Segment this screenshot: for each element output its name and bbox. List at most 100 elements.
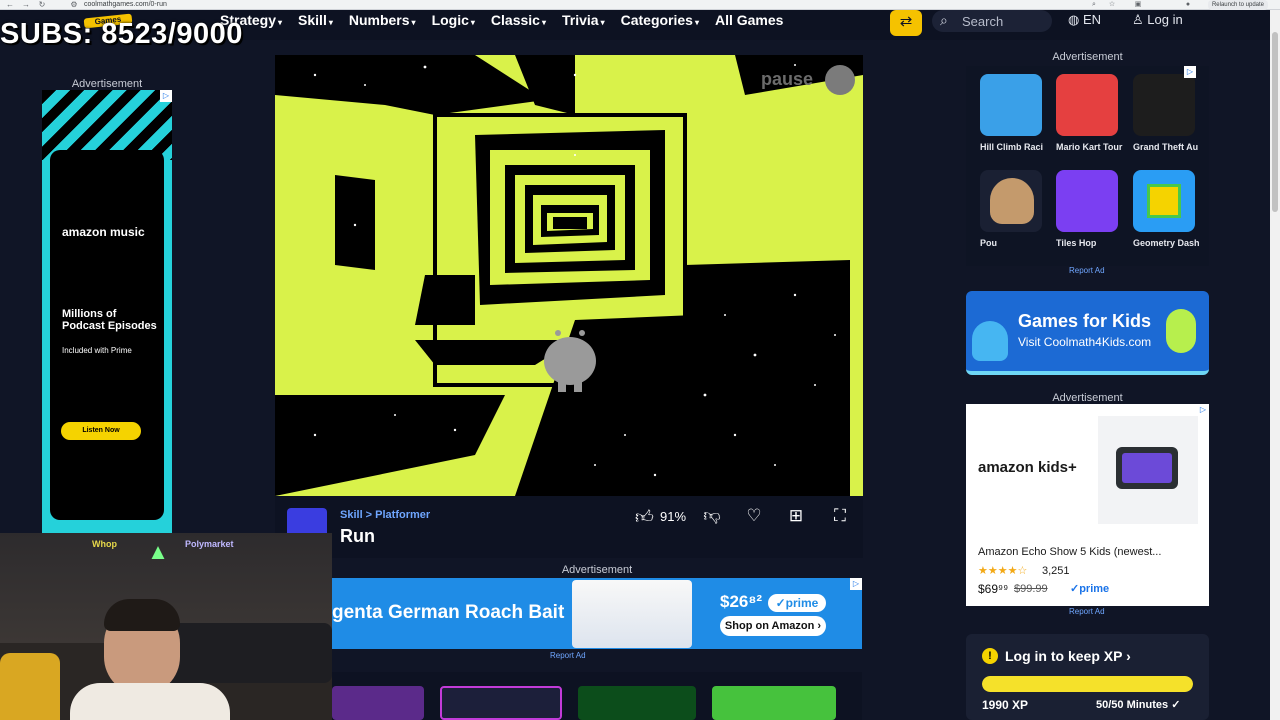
listen-now-button[interactable]: Listen Now	[61, 422, 141, 440]
chevron-down-icon: ▾	[600, 18, 605, 27]
game-thumb[interactable]	[578, 686, 696, 720]
game-tile-name: Geometry Dash	[1133, 238, 1200, 248]
prime-badge: ✓prime	[768, 594, 826, 612]
banner-title: Games for Kids	[1018, 311, 1152, 331]
games-for-kids-banner[interactable]: Games for Kids Visit Coolmath4Kids.com	[966, 291, 1209, 375]
amazon-music-ad[interactable]: ▷ amazon music Millions of Podcast Episo…	[42, 90, 172, 535]
adchoices-icon[interactable]: ▷	[1184, 66, 1196, 78]
profile-icon[interactable]: ●	[1184, 1, 1192, 9]
browser-toolbar: ← → ↻ ⚙ coolmathgames.com/0-run ⌕ ☆ ▣ ● …	[0, 0, 1280, 10]
nav-skill[interactable]: Skill ▾	[298, 12, 333, 28]
more-games-row	[332, 672, 862, 720]
game-tile-geometry-dash[interactable]: Geometry Dash	[1133, 170, 1200, 248]
bookmark-star-icon[interactable]: ☆	[1108, 1, 1116, 9]
report-ad-link[interactable]: Report Ad	[550, 651, 586, 660]
game-tile-tiles-hop[interactable]: Tiles Hop	[1056, 170, 1118, 248]
login-button[interactable]: ♙ Log in	[1132, 12, 1183, 28]
login-keep-xp-link[interactable]: Log in to keep XP ›	[1005, 648, 1131, 664]
game-thumb[interactable]	[332, 686, 424, 720]
game-canvas[interactable]: pause	[275, 55, 863, 496]
old-price: $99.99	[1014, 583, 1048, 595]
adchoices-icon[interactable]: ▷	[1197, 404, 1209, 416]
streamer-shirt	[70, 683, 230, 720]
add-to-playlist-icon[interactable]: ⊞	[784, 504, 808, 528]
game-tile-image	[1056, 170, 1118, 232]
nav-logic[interactable]: Logic ▾	[432, 12, 475, 28]
ad-brand: amazon music	[62, 225, 145, 239]
thumbs-down-icon[interactable]: 👎︎	[700, 504, 724, 528]
game-tile-name: Grand Theft Au	[1133, 142, 1199, 152]
game-tile-image	[980, 170, 1042, 232]
shuffle-icon: ⇄	[899, 13, 913, 30]
game-tile-gta[interactable]: Grand Theft Au	[1133, 74, 1198, 152]
relaunch-button[interactable]: Relaunch to update	[1207, 0, 1268, 10]
back-icon[interactable]: ←	[6, 0, 14, 10]
ad-label: Advertisement	[561, 564, 633, 576]
amazon-echo-ad[interactable]: amazon kids+ Amazon Echo Show 5 Kids (ne…	[966, 404, 1209, 606]
adchoices-icon[interactable]: ▷	[160, 90, 172, 102]
adchoices-icon[interactable]: ▷	[850, 578, 862, 590]
chevron-right-icon: ›	[1126, 648, 1131, 664]
heart-icon[interactable]: ♡	[742, 504, 766, 528]
sponsor-whop: Whop	[92, 539, 117, 549]
rating-count: 3,251	[1042, 565, 1070, 577]
roach-bait-ad[interactable]: genta German Roach Bait $26⁸² ✓prime Sho…	[332, 578, 862, 649]
octopus-icon	[972, 321, 1008, 361]
search-box[interactable]: ⌕ Search	[932, 10, 1052, 32]
report-ad-link[interactable]: Report Ad	[1069, 607, 1105, 616]
nav-categories[interactable]: Categories ▾	[621, 12, 699, 28]
ad-price: $26⁸²	[720, 592, 763, 611]
reload-icon[interactable]: ↻	[38, 0, 46, 10]
game-tile-name: Hill Climb Raci	[980, 142, 1044, 152]
nav-classic[interactable]: Classic ▾	[491, 12, 546, 28]
extensions-icon[interactable]: ▣	[1134, 1, 1142, 9]
zoom-icon[interactable]: ⌕	[1090, 1, 1098, 9]
ad-headline: Millions of Podcast Episodes	[62, 308, 157, 332]
game-tile-pou[interactable]: Pou	[980, 170, 1042, 248]
shop-on-amazon-button[interactable]: Shop on Amazon ›	[720, 616, 826, 636]
xp-progress-fill	[982, 676, 1193, 692]
fullscreen-icon[interactable]: ⛶	[828, 504, 852, 528]
game-tile-image	[1056, 74, 1118, 136]
site-info-icon[interactable]: ⚙	[70, 0, 78, 10]
thumbs-up-icon[interactable]: 👍︎	[635, 506, 654, 528]
scrollbar-thumb[interactable]	[1272, 32, 1278, 212]
report-ad-link[interactable]: Report Ad	[1069, 266, 1105, 275]
address-bar[interactable]: coolmathgames.com/0-run	[84, 0, 1084, 10]
page-scrollbar[interactable]	[1270, 10, 1280, 720]
nav-numbers[interactable]: Numbers ▾	[349, 12, 416, 28]
search-input[interactable]: Search	[962, 14, 1003, 29]
streamer-webcam: Whop Polymarket ▲	[0, 533, 332, 720]
product-image	[572, 580, 692, 648]
game-tile-name: Pou	[980, 238, 997, 248]
random-game-button[interactable]: ⇄	[890, 10, 922, 36]
game-title: Run	[340, 526, 375, 546]
main-nav: Strategy ▾ Skill ▾ Numbers ▾ Logic ▾ Classic…	[220, 12, 783, 28]
chevron-down-icon: ▾	[278, 18, 283, 27]
ad-brand: amazon kids+	[978, 459, 1077, 476]
tunnel-scene	[275, 55, 863, 496]
game-tile-mario-kart[interactable]: Mario Kart Tour	[1056, 74, 1122, 152]
forward-icon[interactable]: →	[22, 0, 30, 10]
language-selector[interactable]: ◍ EN	[1068, 12, 1101, 28]
chevron-down-icon: ▾	[328, 18, 333, 27]
game-tile-image	[1133, 170, 1195, 232]
game-tile-hill-climb[interactable]: Hill Climb Raci	[980, 74, 1043, 152]
like-percentage: 91%	[660, 509, 687, 524]
alien-icon	[1166, 309, 1196, 353]
ad-subtext: Included with Prime	[62, 346, 132, 355]
game-tile-name: Tiles Hop	[1056, 238, 1097, 248]
echo-screen	[1122, 453, 1172, 483]
globe-icon: ◍	[1068, 12, 1083, 27]
game-thumb[interactable]	[712, 686, 836, 720]
game-thumb[interactable]	[440, 686, 562, 720]
nav-all-games[interactable]: All Games	[715, 12, 783, 28]
prime-badge: ✓prime	[1070, 583, 1110, 595]
pause-button[interactable]	[825, 65, 855, 95]
nav-trivia[interactable]: Trivia ▾	[562, 12, 605, 28]
pause-label[interactable]: pause	[761, 69, 813, 90]
xp-card[interactable]: ! Log in to keep XP › 1990 XP 50/50 Minu…	[966, 634, 1209, 720]
game-tile-image	[980, 74, 1042, 136]
breadcrumb[interactable]: Skill > Platformer	[340, 509, 430, 521]
rating-stars: ★★★★☆	[978, 565, 1028, 577]
